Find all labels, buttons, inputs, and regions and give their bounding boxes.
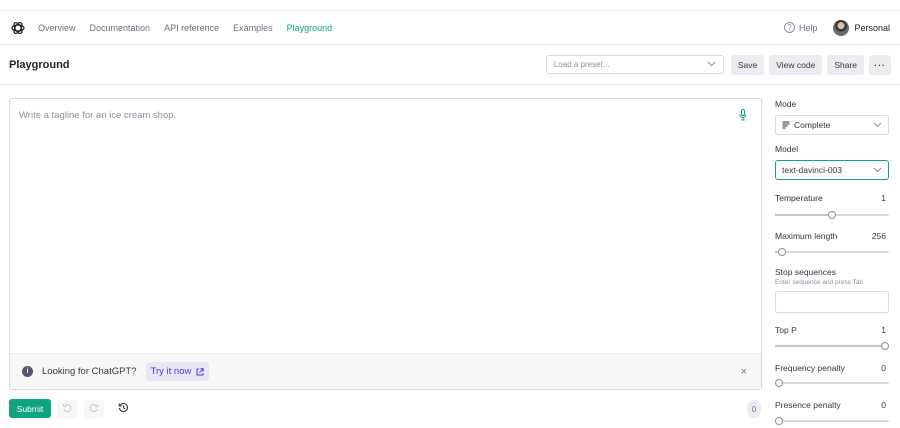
max-length-label: Maximum length — [775, 231, 838, 241]
top-nav: Overview Documentation API reference Exa… — [0, 10, 900, 45]
frequency-penalty-value[interactable]: 0 — [881, 363, 886, 373]
top-p-label: Top P — [775, 325, 797, 335]
nav-link-documentation[interactable]: Documentation — [90, 23, 151, 33]
view-code-button[interactable]: View code — [769, 54, 823, 75]
stop-sequences-input[interactable] — [775, 291, 889, 313]
help-label: Help — [798, 22, 818, 33]
submit-button[interactable]: Submit — [9, 399, 51, 418]
token-counter: 0 — [747, 400, 761, 418]
presence-penalty-label: Presence penalty — [775, 400, 841, 410]
frequency-penalty-slider-thumb[interactable] — [775, 379, 783, 387]
chevron-down-icon — [873, 165, 882, 175]
chevron-down-icon — [707, 60, 716, 69]
undo-button[interactable] — [57, 400, 77, 418]
playground-toolbar: Playground Load a preset... Save View co… — [0, 45, 900, 85]
nav-link-overview[interactable]: Overview — [38, 23, 76, 33]
more-options-button[interactable]: ··· — [869, 54, 891, 75]
max-length-value[interactable]: 256 — [872, 231, 886, 241]
mode-label: Mode — [775, 99, 797, 109]
prompt-editor[interactable]: Write a tagline for an ice cream shop. i… — [9, 98, 762, 390]
model-label: Model — [775, 144, 799, 154]
mode-icon — [782, 121, 790, 129]
presence-penalty-slider[interactable] — [775, 417, 889, 425]
stop-sequences-label: Stop sequences — [775, 267, 836, 277]
history-button[interactable] — [113, 400, 133, 418]
model-select[interactable]: text-davinci-003 — [775, 160, 889, 180]
info-icon: i — [22, 366, 33, 377]
temperature-slider[interactable] — [775, 211, 889, 219]
avatar[interactable] — [833, 19, 850, 36]
external-link-icon — [196, 367, 205, 376]
max-length-slider[interactable] — [775, 248, 889, 256]
presence-penalty-slider-thumb[interactable] — [775, 417, 783, 425]
account-name[interactable]: Personal — [854, 23, 890, 33]
top-p-slider-fill — [775, 345, 889, 347]
temperature-slider-fill — [775, 214, 832, 216]
close-banner-button[interactable]: × — [741, 366, 747, 378]
prompt-placeholder: Write a tagline for an ice cream shop. — [19, 110, 177, 121]
page-title: Playground — [9, 58, 70, 71]
temperature-label: Temperature — [775, 193, 823, 203]
top-p-value[interactable]: 1 — [881, 325, 886, 335]
save-button[interactable]: Save — [730, 54, 765, 75]
chatgpt-banner: i Looking for ChatGPT? Try it now × — [10, 353, 761, 389]
frequency-penalty-label: Frequency penalty — [775, 363, 845, 373]
preset-placeholder: Load a preset... — [553, 60, 610, 69]
help-button[interactable]: ? Help — [783, 22, 818, 33]
redo-button[interactable] — [84, 400, 104, 418]
temperature-slider-thumb[interactable] — [828, 211, 836, 219]
top-p-slider-thumb[interactable] — [881, 342, 889, 350]
history-icon — [118, 400, 129, 418]
microphone-icon[interactable] — [739, 108, 747, 121]
frequency-penalty-slider[interactable] — [775, 379, 889, 387]
undo-icon — [62, 400, 72, 418]
question-circle-icon: ? — [783, 22, 795, 33]
nav-link-api-reference[interactable]: API reference — [164, 23, 219, 33]
max-length-slider-thumb[interactable] — [777, 248, 786, 256]
toolbar-actions: Load a preset... Save View code Share ··… — [545, 54, 891, 75]
redo-icon — [89, 400, 99, 418]
try-it-now-label: Try it now — [150, 366, 192, 377]
openai-logo-icon[interactable] — [10, 20, 26, 36]
presence-penalty-value[interactable]: 0 — [881, 400, 886, 410]
top-p-slider[interactable] — [775, 342, 889, 350]
chevron-down-icon — [873, 120, 882, 130]
mode-value: Complete — [794, 120, 831, 130]
share-button[interactable]: Share — [827, 54, 864, 75]
temperature-value[interactable]: 1 — [881, 193, 886, 203]
banner-text: Looking for ChatGPT? — [42, 366, 137, 377]
preset-select[interactable]: Load a preset... — [545, 55, 724, 74]
model-value: text-davinci-003 — [782, 165, 843, 175]
try-it-now-link[interactable]: Try it now — [145, 362, 210, 381]
mode-select[interactable]: Complete — [775, 115, 889, 135]
stop-sequences-hint: Enter sequence and press Tab — [775, 279, 864, 286]
nav-link-examples[interactable]: Examples — [233, 23, 273, 33]
nav-link-playground[interactable]: Playground — [287, 23, 333, 33]
nav-right: ? Help Personal — [783, 19, 890, 36]
